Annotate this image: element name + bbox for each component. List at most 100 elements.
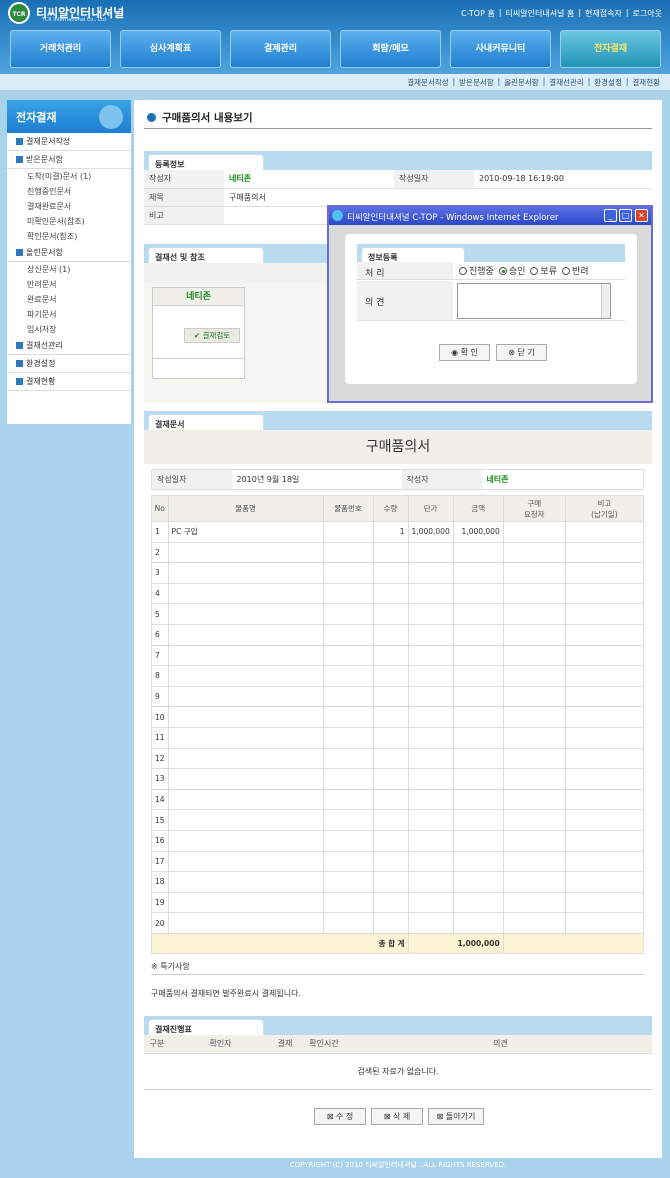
cell	[407, 891, 454, 914]
nav-audit[interactable]: 심사계획표	[120, 30, 221, 68]
radio-approve[interactable]: 승인	[498, 265, 525, 277]
cell	[452, 562, 504, 584]
cell	[564, 912, 645, 934]
sidebar-sub-item[interactable]: 진행중인문서	[7, 184, 131, 199]
cell	[407, 871, 454, 893]
link-tcr-home[interactable]: 티씨알인터내셔널 홈	[506, 8, 575, 19]
sub-nav: 결재문서작성 | 받은문서함 | 올린문서함 | 결재선관리 | 환경설정 | 결재현황	[407, 77, 660, 88]
sidebar-item[interactable]: 환경설정	[7, 355, 131, 373]
sidebar-sub-item[interactable]: 파기문서	[7, 307, 131, 322]
sidebar-sub-item[interactable]: 결재완료문서	[7, 199, 131, 214]
cell	[167, 562, 324, 584]
sidebar-item[interactable]: 결재문서작성	[7, 133, 131, 151]
sidebar-sub-item[interactable]: 반려문서	[7, 277, 131, 292]
nav-memo[interactable]: 회람/메모	[340, 30, 441, 68]
sidebar-item[interactable]: 올린문서함	[7, 244, 131, 262]
sidebar-item[interactable]: 결재현황	[7, 373, 131, 391]
cell	[407, 603, 454, 625]
top-links: C-TOP 홈 | 티씨알인터내셔널 홈 | 현재접속자 | 로그아웃	[461, 8, 662, 19]
sidebar-sub-item[interactable]: 확인문서(참조)	[7, 229, 131, 244]
sidebar-sub-item[interactable]: 미확인문서(참조)	[7, 214, 131, 229]
bullet-icon	[16, 156, 23, 163]
cell	[564, 788, 645, 811]
link-current-users[interactable]: 현재접속자	[585, 8, 622, 19]
delete-button[interactable]: ⊠ 삭 제	[371, 1108, 423, 1125]
divider: |	[625, 8, 629, 17]
sidebar-sub-item[interactable]: 도착(미결)문서 (1)	[7, 169, 131, 184]
cell	[452, 829, 504, 852]
subnav-line[interactable]: 결재선관리	[549, 77, 584, 88]
cell-name: PC 구입	[167, 521, 324, 543]
close-button[interactable]: ⊗ 닫 기	[496, 344, 547, 361]
maximize-icon[interactable]: □	[619, 209, 632, 222]
sidebar: 전자결재 결재문서작성 받은문서함 도착(미결)문서 (1) 진행중인문서 결재…	[7, 100, 131, 424]
nav-payment[interactable]: 결제관리	[230, 30, 331, 68]
cell	[372, 809, 409, 831]
cell	[372, 562, 409, 584]
sidebar-sub-item[interactable]: 완료문서	[7, 292, 131, 307]
col-header: 확인자	[170, 1035, 271, 1054]
bullet-icon	[16, 360, 23, 367]
radio-in-progress[interactable]: 진행중	[459, 265, 494, 277]
reg-panel-header: 등록정보	[144, 151, 652, 170]
cell	[564, 644, 645, 667]
cell	[502, 623, 566, 646]
radio-reject[interactable]: 반려	[561, 265, 589, 277]
cell	[452, 603, 504, 625]
cell	[407, 788, 454, 811]
cell	[372, 582, 409, 605]
approval-status-text: 결재검토	[202, 331, 231, 340]
cell	[322, 623, 374, 646]
approval-status-badge[interactable]: ✔ 결재검토	[184, 328, 240, 343]
subnav-outbox[interactable]: 올린문서함	[504, 77, 539, 88]
subnav-inbox[interactable]: 받은문서함	[459, 77, 494, 88]
table-row: 14	[151, 788, 645, 811]
sidebar-sub-item[interactable]: 상신문서 (1)	[7, 262, 131, 277]
link-ctop-home[interactable]: C-TOP 홈	[461, 8, 495, 19]
date-value: 2010-09-18 16:19:00	[474, 170, 652, 189]
sidebar-sub-item[interactable]: 임시저장	[7, 322, 131, 337]
cell	[167, 644, 324, 667]
cell	[407, 582, 454, 605]
cell-no: 10	[151, 706, 169, 728]
close-icon[interactable]: ✕	[635, 209, 648, 222]
cell	[407, 665, 454, 687]
opinion-row: 의 견	[357, 281, 625, 321]
subnav-settings[interactable]: 환경설정	[594, 77, 622, 88]
subnav-write[interactable]: 결재문서작성	[407, 77, 448, 88]
edit-button[interactable]: ⊠ 수 정	[314, 1108, 366, 1125]
cell	[564, 623, 645, 646]
nav-community[interactable]: 사내커뮤니티	[450, 30, 551, 68]
table-row: 10	[151, 706, 645, 728]
tab-reg: 등록정보	[148, 154, 264, 170]
nav-client[interactable]: 거래처관리	[10, 30, 111, 68]
link-logout[interactable]: 로그아웃	[633, 8, 662, 19]
cell	[322, 562, 374, 584]
scrollbar[interactable]	[601, 284, 610, 318]
globe-icon	[99, 105, 123, 129]
subnav-status[interactable]: 결재현황	[632, 77, 660, 88]
confirm-button[interactable]: ◉ 확 인	[439, 344, 490, 361]
col-header: 확인시간	[299, 1035, 349, 1054]
cell	[502, 809, 566, 831]
cell	[452, 644, 504, 667]
title-bullet-icon	[147, 113, 156, 122]
back-button[interactable]: ⊠ 돌아가기	[428, 1108, 484, 1125]
minimize-icon[interactable]: _	[604, 209, 617, 222]
cell	[452, 747, 504, 770]
table-row: 9	[151, 685, 645, 708]
opinion-textarea[interactable]	[457, 283, 611, 319]
tab-progress: 결재진행표	[148, 1019, 264, 1035]
back-button-label: 돌아가기	[445, 1112, 476, 1121]
cell	[372, 685, 409, 708]
sidebar-item[interactable]: 결재선관리	[7, 337, 131, 355]
sidebar-item[interactable]: 받은문서함	[7, 151, 131, 169]
radio-hold[interactable]: 보류	[530, 265, 557, 277]
table-row: 19	[151, 891, 645, 914]
nav-approval[interactable]: 전자결재	[560, 30, 661, 68]
divider	[144, 128, 652, 129]
proc-row: 처 리 진행중 승인 보류 반려	[357, 262, 625, 280]
cell	[372, 788, 409, 811]
cell	[502, 912, 566, 934]
table-row: 6	[151, 623, 645, 646]
